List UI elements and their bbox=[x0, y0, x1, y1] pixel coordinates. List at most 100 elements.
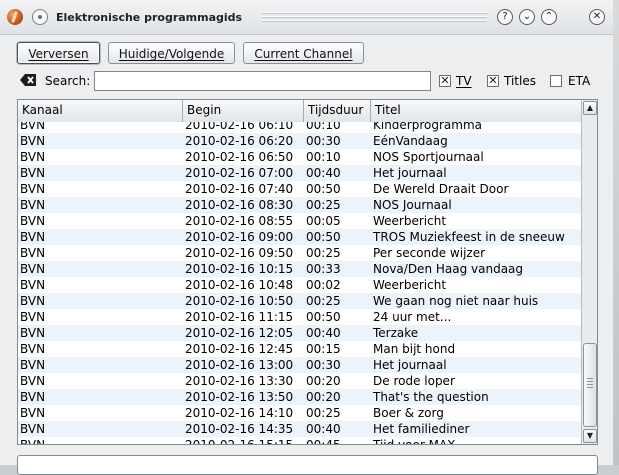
cell-kanaal: BVN bbox=[20, 358, 46, 372]
cell-tijdsduur: 00:10 bbox=[306, 122, 341, 132]
table-row[interactable]: BVN 2010-02-16 13:00 00:30 Het journaal bbox=[18, 357, 581, 373]
table-header: Kanaal Begin Tijdsduur Titel bbox=[18, 100, 581, 123]
cell-tijdsduur: 00:20 bbox=[306, 390, 341, 404]
cell-begin: 2010-02-16 10:48 bbox=[185, 278, 294, 292]
cell-tijdsduur: 00:15 bbox=[306, 342, 341, 356]
eta-checkbox-label[interactable]: ETA bbox=[568, 74, 590, 88]
table-row[interactable]: BVN 2010-02-16 07:00 00:40 Het journaal bbox=[18, 165, 581, 181]
table-row[interactable]: BVN 2010-02-16 10:50 00:25 We gaan nog niet… bbox=[18, 293, 581, 309]
window-menu-icon[interactable] bbox=[32, 9, 48, 25]
cell-begin: 2010-02-16 09:50 bbox=[185, 246, 294, 260]
current-channel-button-label: Current Channel bbox=[254, 47, 353, 61]
cell-begin: 2010-02-16 07:40 bbox=[185, 182, 294, 196]
table-row[interactable]: BVN 2010-02-16 14:35 00:40 Het familiediner bbox=[18, 421, 581, 437]
cell-kanaal: BVN bbox=[20, 342, 46, 356]
cell-kanaal: BVN bbox=[20, 230, 46, 244]
cell-titel: NOS Journaal bbox=[373, 198, 452, 212]
column-header-titel[interactable]: Titel bbox=[371, 100, 581, 122]
now-next-button[interactable]: Huidige/Volgende bbox=[108, 42, 235, 64]
table-rows: BVN 2010-02-16 06:10 00:10 Kinderprogramma B… bbox=[18, 122, 581, 444]
table-row[interactable]: BVN 2010-02-16 15:15 00:45 Tijd voor MAX bbox=[18, 437, 581, 444]
minimize-icon[interactable]: ⌄ bbox=[519, 9, 535, 25]
table-row[interactable]: BVN 2010-02-16 08:30 00:25 NOS Journaal bbox=[18, 197, 581, 213]
column-header-begin[interactable]: Begin bbox=[183, 100, 304, 122]
table-row[interactable]: BVN 2010-02-16 13:30 00:20 De rode loper bbox=[18, 373, 581, 389]
title-bar[interactable]: Elektronische programmagids ? ⌄ ⌃ ✕ bbox=[0, 0, 613, 35]
search-input[interactable] bbox=[94, 71, 431, 91]
table-row[interactable]: BVN 2010-02-16 06:50 00:10 NOS Sportjournaa… bbox=[18, 149, 581, 165]
cell-tijdsduur: 00:50 bbox=[306, 310, 341, 324]
table-row[interactable]: BVN 2010-02-16 14:10 00:25 Boer & zorg bbox=[18, 405, 581, 421]
cell-tijdsduur: 00:25 bbox=[306, 406, 341, 420]
column-header-kanaal[interactable]: Kanaal bbox=[18, 100, 183, 122]
cell-begin: 2010-02-16 13:30 bbox=[185, 374, 294, 388]
table-row[interactable]: BVN 2010-02-16 13:50 00:20 That's the quest… bbox=[18, 389, 581, 405]
eta-checkbox[interactable] bbox=[550, 75, 562, 87]
tv-checkbox-label[interactable]: TV bbox=[456, 74, 472, 88]
cell-kanaal: BVN bbox=[20, 134, 46, 148]
cell-kanaal: BVN bbox=[20, 310, 46, 324]
help-icon[interactable]: ? bbox=[497, 9, 513, 25]
cell-titel: EénVandaag bbox=[373, 134, 448, 148]
cell-kanaal: BVN bbox=[20, 122, 46, 132]
cell-begin: 2010-02-16 12:05 bbox=[185, 326, 294, 340]
cell-titel: NOS Sportjournaal bbox=[373, 150, 484, 164]
cell-titel: Tijd voor MAX bbox=[373, 437, 455, 444]
table-row[interactable]: BVN 2010-02-16 12:05 00:40 Terzake bbox=[18, 325, 581, 341]
table-row[interactable]: BVN 2010-02-16 11:15 00:50 24 uur met... bbox=[18, 309, 581, 325]
cell-kanaal: BVN bbox=[20, 278, 46, 292]
maximize-icon[interactable]: ⌃ bbox=[541, 9, 557, 25]
cell-titel: Nova/Den Haag vandaag bbox=[373, 262, 524, 276]
current-channel-button[interactable]: Current Channel bbox=[243, 42, 364, 64]
table-row[interactable]: BVN 2010-02-16 09:00 00:50 TROS Muziekfeest… bbox=[18, 229, 581, 245]
refresh-button-label: Verversen bbox=[28, 47, 89, 61]
cell-titel: TROS Muziekfeest in de sneeuw bbox=[373, 230, 565, 244]
cell-kanaal: BVN bbox=[20, 406, 46, 420]
table-row[interactable]: BVN 2010-02-16 06:10 00:10 Kinderprogramma bbox=[18, 122, 581, 133]
cell-kanaal: BVN bbox=[20, 437, 45, 444]
table-row[interactable]: BVN 2010-02-16 09:50 00:25 Per seconde wijz… bbox=[18, 245, 581, 261]
cell-kanaal: BVN bbox=[20, 166, 46, 180]
table-row[interactable]: BVN 2010-02-16 06:20 00:30 EénVandaag bbox=[18, 133, 581, 149]
cell-titel: We gaan nog niet naar huis bbox=[373, 294, 539, 308]
titles-checkbox-label[interactable]: Titles bbox=[504, 74, 536, 88]
cell-titel: Kinderprogramma bbox=[373, 122, 483, 132]
cell-begin: 2010-02-16 06:20 bbox=[185, 134, 294, 148]
cell-kanaal: BVN bbox=[20, 198, 46, 212]
table-row[interactable]: BVN 2010-02-16 12:45 00:15 Man bijt hond bbox=[18, 341, 581, 357]
cell-tijdsduur: 00:25 bbox=[306, 246, 341, 260]
scroll-up-icon[interactable]: ▲ bbox=[583, 101, 597, 115]
column-header-tijdsduur[interactable]: Tijdsduur bbox=[304, 100, 371, 122]
cell-begin: 2010-02-16 06:50 bbox=[185, 150, 294, 164]
cell-tijdsduur: 00:30 bbox=[306, 134, 341, 148]
titles-checkbox[interactable]: ✕ bbox=[487, 75, 499, 87]
app-icon bbox=[7, 9, 23, 25]
refresh-button[interactable]: Verversen bbox=[17, 42, 100, 64]
title-grip[interactable] bbox=[262, 12, 487, 22]
table-row[interactable]: BVN 2010-02-16 08:55 00:05 Weerbericht bbox=[18, 213, 581, 229]
cell-begin: 2010-02-16 15:15 bbox=[185, 437, 293, 444]
cell-titel: De rode loper bbox=[373, 374, 455, 388]
table-row[interactable]: BVN 2010-02-16 10:15 00:33 Nova/Den Haag va… bbox=[18, 261, 581, 277]
tv-checkbox[interactable]: ✕ bbox=[439, 75, 451, 87]
vertical-scrollbar[interactable]: ▲ ▼ bbox=[581, 100, 597, 444]
table-body: BVN 2010-02-16 06:10 00:10 Kinderprogramma B… bbox=[18, 122, 581, 444]
cell-begin: 2010-02-16 08:30 bbox=[185, 198, 294, 212]
cell-kanaal: BVN bbox=[20, 294, 46, 308]
clear-search-icon[interactable] bbox=[19, 73, 37, 87]
cell-titel: Per seconde wijzer bbox=[373, 246, 486, 260]
cell-titel: Weerbericht bbox=[373, 278, 447, 292]
cell-kanaal: BVN bbox=[20, 390, 46, 404]
programme-table: Kanaal Begin Tijdsduur Titel BVN 2010-02-… bbox=[17, 99, 598, 445]
cell-begin: 2010-02-16 14:35 bbox=[185, 422, 294, 436]
close-icon[interactable]: ✕ bbox=[589, 9, 605, 25]
cell-tijdsduur: 00:02 bbox=[306, 278, 341, 292]
cell-kanaal: BVN bbox=[20, 262, 46, 276]
table-row[interactable]: BVN 2010-02-16 07:40 00:50 De Wereld Draait… bbox=[18, 181, 581, 197]
scrollbar-thumb[interactable] bbox=[583, 343, 597, 427]
cell-titel: Boer & zorg bbox=[373, 406, 444, 420]
table-row[interactable]: BVN 2010-02-16 10:48 00:02 Weerbericht bbox=[18, 277, 581, 293]
scroll-down-icon[interactable]: ▼ bbox=[583, 429, 597, 443]
cell-tijdsduur: 00:25 bbox=[306, 198, 341, 212]
cell-tijdsduur: 00:25 bbox=[306, 294, 341, 308]
